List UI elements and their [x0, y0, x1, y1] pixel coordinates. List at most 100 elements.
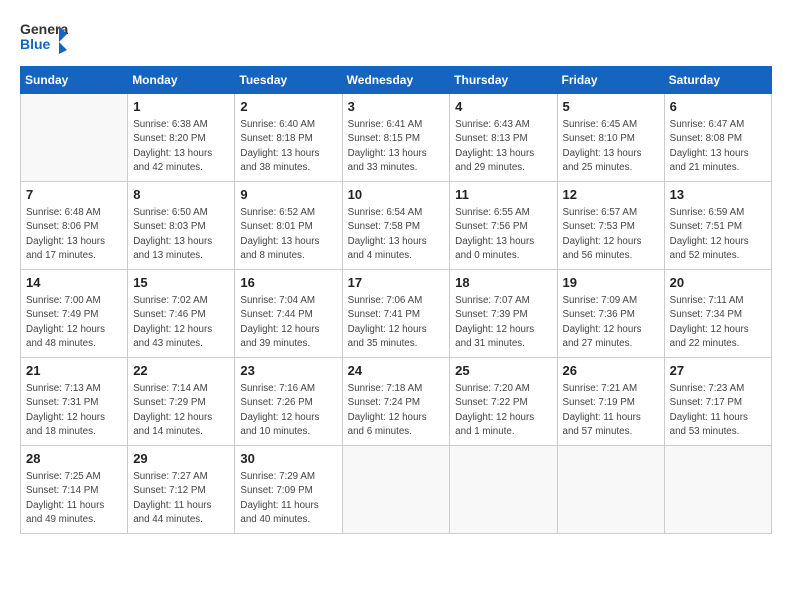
day-cell: 20 Sunrise: 7:11 AM Sunset: 7:34 PM Dayli… — [664, 270, 771, 358]
calendar-body: 1 Sunrise: 6:38 AM Sunset: 8:20 PM Daylig… — [21, 94, 772, 534]
day-number: 23 — [240, 362, 336, 380]
svg-text:Blue: Blue — [20, 36, 51, 52]
header-cell-friday: Friday — [557, 67, 664, 94]
day-cell: 4Sunrise: 6:43 AM Sunset: 8:13 PM Daylig… — [450, 94, 557, 182]
day-info: Sunrise: 7:21 AM Sunset: 7:19 PM Dayligh… — [563, 382, 659, 439]
day-info: Sunrise: 6:47 AM Sunset: 8:08 PM Dayligh… — [670, 118, 766, 175]
day-info: Sunrise: 7:06 AM Sunset: 7:41 PM Dayligh… — [348, 294, 445, 351]
day-number: 2 — [240, 98, 336, 116]
day-cell: 2 Sunrise: 6:40 AM Sunset: 8:18 PM Daylig… — [235, 94, 342, 182]
week-row-1: 1 Sunrise: 6:38 AM Sunset: 8:20 PM Daylig… — [21, 94, 772, 182]
day-number: 19 — [563, 274, 659, 292]
day-info: Sunrise: 6:40 AM Sunset: 8:18 PM Dayligh… — [240, 118, 336, 175]
day-number: 3 — [348, 98, 445, 116]
day-info: Sunrise: 7:25 AM Sunset: 7:14 PM Dayligh… — [26, 470, 122, 527]
day-number: 10 — [348, 186, 445, 204]
day-info: Sunrise: 7:16 AM Sunset: 7:26 PM Dayligh… — [240, 382, 336, 439]
header-cell-wednesday: Wednesday — [342, 67, 450, 94]
day-info: Sunrise: 6:57 AM Sunset: 7:53 PM Dayligh… — [563, 206, 659, 263]
day-cell: 8 Sunrise: 6:50 AM Sunset: 8:03 PM Daylig… — [128, 182, 235, 270]
week-row-4: 21 Sunrise: 7:13 AM Sunset: 7:31 PM Dayli… — [21, 358, 772, 446]
day-number: 26 — [563, 362, 659, 380]
calendar-header: SundayMondayTuesdayWednesdayThursdayFrid… — [21, 67, 772, 94]
day-info: Sunrise: 7:13 AM Sunset: 7:31 PM Dayligh… — [26, 382, 122, 439]
day-cell: 11Sunrise: 6:55 AM Sunset: 7:56 PM Dayli… — [450, 182, 557, 270]
day-number: 6 — [670, 98, 766, 116]
logo: GeneralBlue — [20, 18, 68, 58]
day-info: Sunrise: 7:09 AM Sunset: 7:36 PM Dayligh… — [563, 294, 659, 351]
day-number: 13 — [670, 186, 766, 204]
day-cell: 13 Sunrise: 6:59 AM Sunset: 7:51 PM Dayli… — [664, 182, 771, 270]
header-cell-thursday: Thursday — [450, 67, 557, 94]
day-cell: 5Sunrise: 6:45 AM Sunset: 8:10 PM Daylig… — [557, 94, 664, 182]
day-number: 12 — [563, 186, 659, 204]
day-cell: 17Sunrise: 7:06 AM Sunset: 7:41 PM Dayli… — [342, 270, 450, 358]
day-cell: 12 Sunrise: 6:57 AM Sunset: 7:53 PM Dayli… — [557, 182, 664, 270]
day-number: 8 — [133, 186, 229, 204]
header: GeneralBlue — [20, 18, 772, 58]
day-number: 1 — [133, 98, 229, 116]
day-cell: 26 Sunrise: 7:21 AM Sunset: 7:19 PM Dayli… — [557, 358, 664, 446]
day-cell: 1 Sunrise: 6:38 AM Sunset: 8:20 PM Daylig… — [128, 94, 235, 182]
day-cell — [342, 446, 450, 534]
day-info: Sunrise: 6:59 AM Sunset: 7:51 PM Dayligh… — [670, 206, 766, 263]
day-number: 25 — [455, 362, 551, 380]
day-cell: 23 Sunrise: 7:16 AM Sunset: 7:26 PM Dayli… — [235, 358, 342, 446]
day-cell — [450, 446, 557, 534]
day-info: Sunrise: 6:43 AM Sunset: 8:13 PM Dayligh… — [455, 118, 551, 175]
day-info: Sunrise: 6:45 AM Sunset: 8:10 PM Dayligh… — [563, 118, 659, 175]
day-number: 21 — [26, 362, 122, 380]
day-cell — [664, 446, 771, 534]
day-cell: 19 Sunrise: 7:09 AM Sunset: 7:36 PM Dayli… — [557, 270, 664, 358]
day-number: 14 — [26, 274, 122, 292]
header-row: SundayMondayTuesdayWednesdayThursdayFrid… — [21, 67, 772, 94]
day-cell: 7Sunrise: 6:48 AM Sunset: 8:06 PM Daylig… — [21, 182, 128, 270]
logo-svg: GeneralBlue — [20, 18, 68, 58]
header-cell-saturday: Saturday — [664, 67, 771, 94]
day-info: Sunrise: 6:41 AM Sunset: 8:15 PM Dayligh… — [348, 118, 445, 175]
day-cell: 3 Sunrise: 6:41 AM Sunset: 8:15 PM Daylig… — [342, 94, 450, 182]
day-cell: 10 Sunrise: 6:54 AM Sunset: 7:58 PM Dayli… — [342, 182, 450, 270]
day-cell: 30Sunrise: 7:29 AM Sunset: 7:09 PM Dayli… — [235, 446, 342, 534]
day-number: 28 — [26, 450, 122, 468]
day-cell: 27 Sunrise: 7:23 AM Sunset: 7:17 PM Dayli… — [664, 358, 771, 446]
day-cell: 29Sunrise: 7:27 AM Sunset: 7:12 PM Dayli… — [128, 446, 235, 534]
day-number: 24 — [348, 362, 445, 380]
day-info: Sunrise: 7:00 AM Sunset: 7:49 PM Dayligh… — [26, 294, 122, 351]
day-cell: 9 Sunrise: 6:52 AM Sunset: 8:01 PM Daylig… — [235, 182, 342, 270]
day-cell: 22Sunrise: 7:14 AM Sunset: 7:29 PM Dayli… — [128, 358, 235, 446]
day-cell: 16Sunrise: 7:04 AM Sunset: 7:44 PM Dayli… — [235, 270, 342, 358]
day-info: Sunrise: 7:29 AM Sunset: 7:09 PM Dayligh… — [240, 470, 336, 527]
header-cell-tuesday: Tuesday — [235, 67, 342, 94]
day-info: Sunrise: 7:20 AM Sunset: 7:22 PM Dayligh… — [455, 382, 551, 439]
day-info: Sunrise: 7:14 AM Sunset: 7:29 PM Dayligh… — [133, 382, 229, 439]
header-cell-sunday: Sunday — [21, 67, 128, 94]
day-cell: 14 Sunrise: 7:00 AM Sunset: 7:49 PM Dayli… — [21, 270, 128, 358]
day-info: Sunrise: 7:11 AM Sunset: 7:34 PM Dayligh… — [670, 294, 766, 351]
day-number: 11 — [455, 186, 551, 204]
day-info: Sunrise: 6:38 AM Sunset: 8:20 PM Dayligh… — [133, 118, 229, 175]
day-number: 27 — [670, 362, 766, 380]
header-cell-monday: Monday — [128, 67, 235, 94]
day-cell: 18Sunrise: 7:07 AM Sunset: 7:39 PM Dayli… — [450, 270, 557, 358]
day-info: Sunrise: 7:18 AM Sunset: 7:24 PM Dayligh… — [348, 382, 445, 439]
day-cell: 24 Sunrise: 7:18 AM Sunset: 7:24 PM Dayli… — [342, 358, 450, 446]
day-cell: 28 Sunrise: 7:25 AM Sunset: 7:14 PM Dayli… — [21, 446, 128, 534]
day-number: 16 — [240, 274, 336, 292]
day-number: 9 — [240, 186, 336, 204]
day-cell: 15Sunrise: 7:02 AM Sunset: 7:46 PM Dayli… — [128, 270, 235, 358]
day-cell — [21, 94, 128, 182]
week-row-5: 28 Sunrise: 7:25 AM Sunset: 7:14 PM Dayli… — [21, 446, 772, 534]
day-cell — [557, 446, 664, 534]
day-info: Sunrise: 6:50 AM Sunset: 8:03 PM Dayligh… — [133, 206, 229, 263]
day-info: Sunrise: 7:23 AM Sunset: 7:17 PM Dayligh… — [670, 382, 766, 439]
week-row-2: 7Sunrise: 6:48 AM Sunset: 8:06 PM Daylig… — [21, 182, 772, 270]
day-cell: 6 Sunrise: 6:47 AM Sunset: 8:08 PM Daylig… — [664, 94, 771, 182]
week-row-3: 14 Sunrise: 7:00 AM Sunset: 7:49 PM Dayli… — [21, 270, 772, 358]
day-number: 20 — [670, 274, 766, 292]
day-info: Sunrise: 6:54 AM Sunset: 7:58 PM Dayligh… — [348, 206, 445, 263]
calendar: SundayMondayTuesdayWednesdayThursdayFrid… — [20, 66, 772, 534]
day-info: Sunrise: 6:52 AM Sunset: 8:01 PM Dayligh… — [240, 206, 336, 263]
day-info: Sunrise: 6:48 AM Sunset: 8:06 PM Dayligh… — [26, 206, 122, 263]
day-info: Sunrise: 7:07 AM Sunset: 7:39 PM Dayligh… — [455, 294, 551, 351]
